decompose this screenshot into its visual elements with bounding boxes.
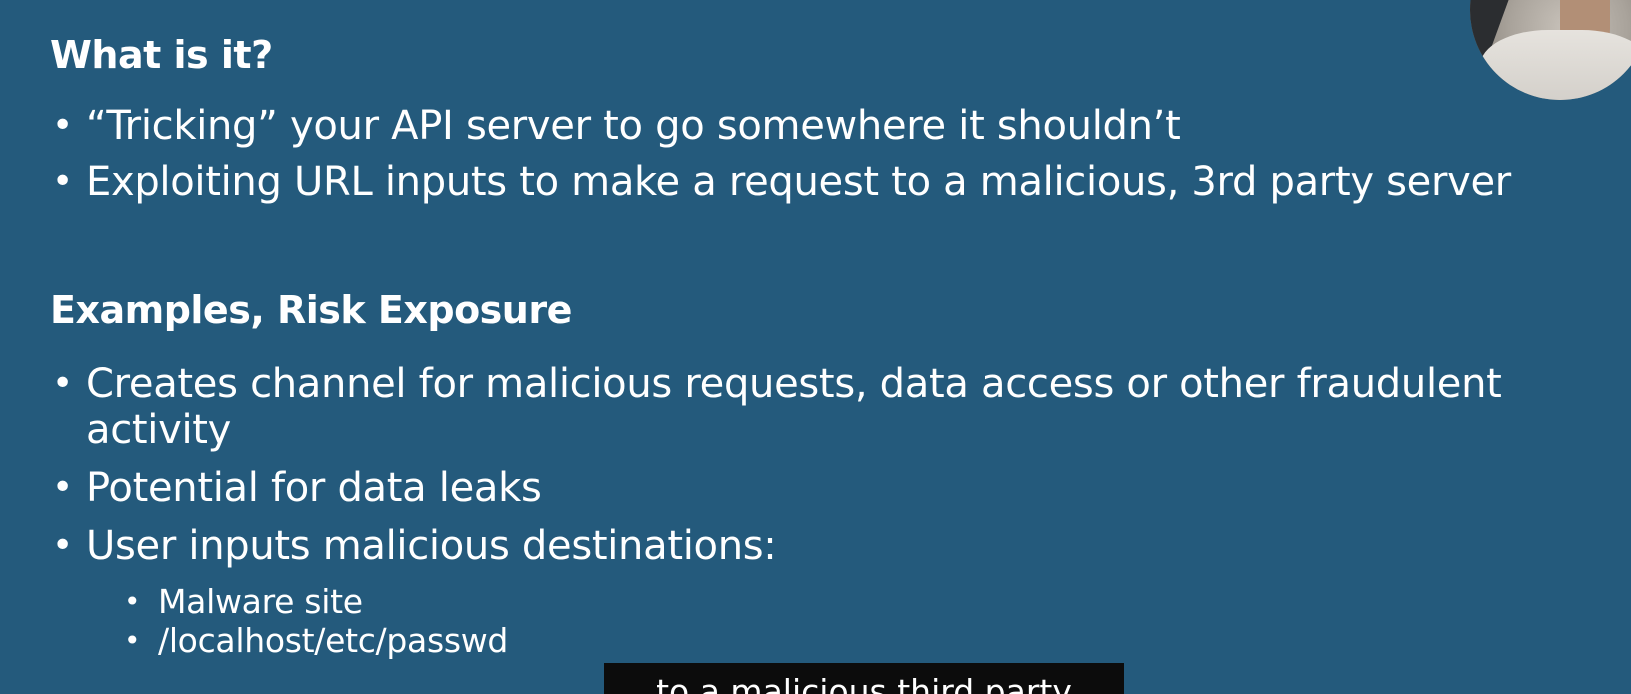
section-heading-examples-risk-exposure: Examples, Risk Exposure	[50, 288, 572, 332]
presenter-shirt-shape	[1480, 30, 1631, 100]
video-caption: to a malicious third party	[604, 663, 1124, 694]
caption-text: to a malicious third party	[656, 672, 1072, 694]
bullet-item: • “Tricking” your API server to go somew…	[50, 103, 1625, 149]
examples-bullet-list: • Creates channel for malicious requests…	[50, 361, 1625, 581]
what-is-it-bullet-list: • “Tricking” your API server to go somew…	[50, 103, 1625, 215]
presenter-webcam-overlay	[1470, 0, 1631, 100]
sub-bullet-dot-icon: •	[124, 585, 141, 618]
bullet-dot-icon: •	[52, 467, 73, 508]
sub-bullet-text: Malware site	[158, 582, 363, 621]
sub-bullet-dot-icon: •	[124, 624, 141, 657]
bullet-text: Creates channel for malicious requests, …	[86, 361, 1502, 453]
bullet-item: • User inputs malicious destinations:	[50, 523, 1625, 569]
bullet-item: • Exploiting URL inputs to make a reques…	[50, 159, 1625, 205]
bullet-text: User inputs malicious destinations:	[86, 523, 777, 569]
bullet-dot-icon: •	[52, 161, 73, 202]
presentation-slide: What is it? • “Tricking” your API server…	[0, 0, 1631, 694]
sub-bullet-text: /localhost/etc/passwd	[158, 621, 509, 660]
bullet-dot-icon: •	[52, 105, 73, 146]
bullet-text: Exploiting URL inputs to make a request …	[86, 159, 1511, 205]
bullet-text: “Tricking” your API server to go somewhe…	[86, 103, 1181, 149]
section-heading-what-is-it: What is it?	[50, 33, 273, 77]
bullet-item: • Potential for data leaks	[50, 465, 1625, 511]
sub-bullet-item: • Malware site	[122, 582, 508, 621]
sub-bullet-item: • /localhost/etc/passwd	[122, 621, 508, 660]
bullet-dot-icon: •	[52, 525, 73, 566]
bullet-dot-icon: •	[52, 363, 73, 404]
destinations-sub-bullet-list: • Malware site • /localhost/etc/passwd	[122, 582, 508, 660]
bullet-item: • Creates channel for malicious requests…	[50, 361, 1625, 453]
bullet-text: Potential for data leaks	[86, 465, 542, 511]
